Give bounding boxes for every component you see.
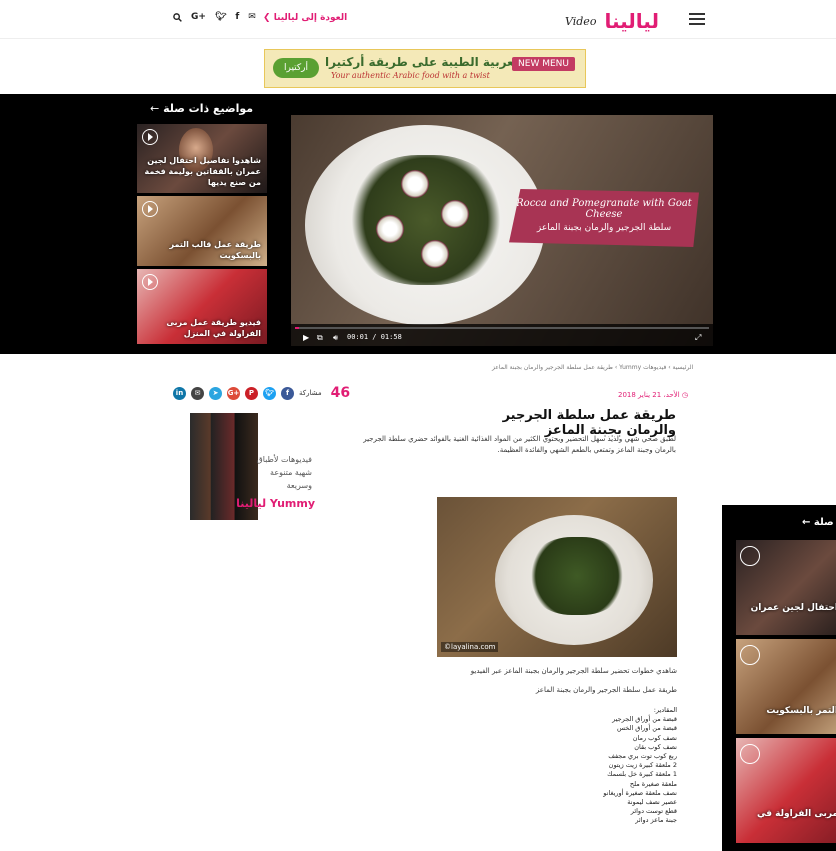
ingredient-item: 2 ملعقة كبيرة زيت زيتون	[608, 761, 677, 770]
logo-brand: ليالينا	[604, 9, 659, 33]
ingredient-item: قطع توست دوائر	[630, 807, 677, 816]
share-count: 46	[330, 385, 351, 401]
video-title-overlay: Rocca and Pomegranate with Goat Cheese س…	[509, 189, 699, 247]
side-ad-text: فيديوهات لأطباق شهية متنوعة وسريعة	[256, 455, 312, 490]
play-button-icon[interactable]: ▶	[303, 333, 309, 342]
pip-icon[interactable]: ⧉	[317, 333, 323, 343]
telegram-icon[interactable]: ➤	[209, 386, 222, 400]
publish-date: ◷ الأحد، 21 يناير 2018	[618, 391, 688, 399]
sticky-related-video-title: احتفال لجين عمران	[750, 603, 836, 613]
facebook-icon[interactable]: f	[235, 12, 239, 22]
share-label: مشاركة	[299, 389, 322, 397]
related-video-title: طريقة عمل قالب التمر بالبسكويت	[169, 240, 261, 260]
play-icon	[142, 129, 158, 145]
sticky-related-video-title: مربى الفراولة في	[757, 809, 836, 819]
article-intro: لطبق صحي شهي ولذيذ سهل التحضير ويحتوي ال…	[363, 435, 676, 454]
volume-icon[interactable]: 🔊︎	[333, 333, 338, 343]
related-video-2[interactable]: طريقة عمل قالب التمر بالبسكويت	[137, 196, 267, 266]
sticky-related-title: ← مواضيع ذات صلة	[802, 517, 836, 528]
search-icon[interactable]	[173, 12, 182, 22]
ingredient-item: قبضة من أوراق الخس	[616, 724, 677, 733]
related-topics-title: مواضيع ذات صلة ←	[150, 102, 254, 115]
ingredient-item: نصف كوب رمان	[632, 733, 677, 742]
play-icon	[740, 744, 760, 764]
player-controls: ▶ ⧉ 🔊︎ 00:01 / 01:58 ⤢	[291, 324, 713, 346]
ingredient-item: نصف كوب بقان	[634, 742, 677, 751]
overlay-arabic-title: سلطة الجرجير والرمان بجبنة الماعز	[536, 223, 672, 233]
ingredient-item: ملعقة صغيرة ملح	[629, 779, 677, 788]
video-player[interactable]: Rocca and Pomegranate with Goat Cheese س…	[291, 115, 713, 346]
twitter-icon[interactable]: 🐦︎	[215, 12, 226, 22]
ad-banner[interactable]: أركتيرا المطبخ العربية الطيبة على طريقة …	[264, 49, 586, 88]
googleplus-share-icon[interactable]: G+	[227, 386, 240, 400]
side-ad[interactable]: فيديوهات لأطباق شهية متنوعة وسريعة ليالي…	[190, 413, 325, 520]
breadcrumb[interactable]: الرئيسية › فيديوهات Yummy › طريقة عمل سل…	[492, 364, 693, 371]
overlay-english-title: Rocca and Pomegranate with Goat Cheese	[516, 198, 692, 220]
linkedin-icon[interactable]: in	[173, 386, 186, 400]
ad-new-menu-badge: NEW MENU	[512, 57, 575, 71]
site-logo[interactable]: Video ليالينا	[565, 9, 659, 33]
photo-watermark: ©layalina.com	[441, 642, 499, 652]
email-share-icon[interactable]: ✉	[191, 386, 204, 400]
side-ad-brand: ليالينا Yummy	[236, 497, 315, 510]
progress-fill	[295, 327, 300, 329]
recipe-subtitle: طريقة عمل سلطة الجرجير والرمان بجبنة الم…	[535, 686, 677, 694]
play-icon	[740, 645, 760, 665]
gplus-icon[interactable]: G+	[191, 12, 206, 22]
goat-cheese-slice	[401, 170, 429, 198]
ad-logo: أركتيرا	[273, 58, 319, 78]
twitter-share-icon[interactable]: 🐦︎	[263, 386, 276, 400]
ingredient-item: جبنة ماعز دوائر	[635, 816, 677, 825]
sticky-related-video-3[interactable]: مربى الفراولة في	[736, 738, 836, 843]
ad-english-text: Your authentic Arabic food with a twist	[331, 71, 490, 80]
ingredient-item: نصف ملعقة صغيرة أوريغانو	[603, 788, 677, 797]
play-icon	[142, 201, 158, 217]
social-icons: G+ 🐦︎ f ✉	[173, 12, 256, 22]
ingredients-list: المقادير: قبضة من أوراق الجرجير قبضة من …	[560, 706, 677, 826]
ingredient-item: ربع كوب توت بري مجفف	[608, 752, 677, 761]
sticky-related-video-1[interactable]: احتفال لجين عمران	[736, 540, 836, 635]
play-icon	[142, 274, 158, 290]
hamburger-menu-icon[interactable]	[689, 13, 705, 25]
video-caption: شاهدي خطوات تحضير سلطة الجرجير والرمان ب…	[470, 667, 677, 675]
sticky-related-video-2[interactable]: التمر بالبسكويت	[736, 639, 836, 734]
logo-video-text: Video	[565, 14, 597, 28]
goat-cheese-slice	[376, 215, 404, 243]
pinterest-icon[interactable]: P	[245, 386, 258, 400]
ingredients-title: المقادير:	[653, 706, 677, 714]
related-video-3[interactable]: فيديو طريقة عمل مربى الفراولة في المنزل	[137, 269, 267, 344]
related-video-title: شاهدوا تفاصيل احتفال لجين عمران بالقفاتي…	[144, 156, 261, 187]
photo-salad	[527, 537, 627, 615]
time-display: 00:01 / 01:58	[347, 333, 402, 341]
fullscreen-icon[interactable]: ⤢	[695, 333, 701, 343]
sticky-related-video-title: التمر بالبسكويت	[766, 706, 836, 716]
email-icon[interactable]: ✉	[248, 12, 256, 22]
play-icon	[740, 546, 760, 566]
related-video-1[interactable]: شاهدوا تفاصيل احتفال لجين عمران بالقفاتي…	[137, 124, 267, 193]
top-bar: G+ 🐦︎ f ✉ العودة إلى ليالينا ❯ Video ليا…	[0, 0, 836, 39]
goat-cheese-slice	[441, 200, 469, 228]
goat-cheese-slice	[421, 240, 449, 268]
share-bar: in ✉ ➤ G+ P 🐦︎ f مشاركة 46	[173, 385, 350, 401]
sticky-related-panel: ← مواضيع ذات صلة احتفال لجين عمران التمر…	[722, 505, 836, 851]
facebook-share-icon[interactable]: f	[281, 386, 294, 400]
back-to-layalina-link[interactable]: العودة إلى ليالينا ❯	[263, 13, 347, 23]
ingredient-item: 1 ملعقة كبيرة خل بلسمك	[607, 770, 677, 779]
page: G+ 🐦︎ f ✉ العودة إلى ليالينا ❯ Video ليا…	[0, 0, 836, 851]
article-photo: ©layalina.com	[437, 497, 677, 657]
ingredient-item: عصير نصف ليمونة	[627, 798, 677, 807]
progress-bar[interactable]	[295, 327, 709, 329]
related-video-title: فيديو طريقة عمل مربى الفراولة في المنزل	[166, 318, 261, 338]
